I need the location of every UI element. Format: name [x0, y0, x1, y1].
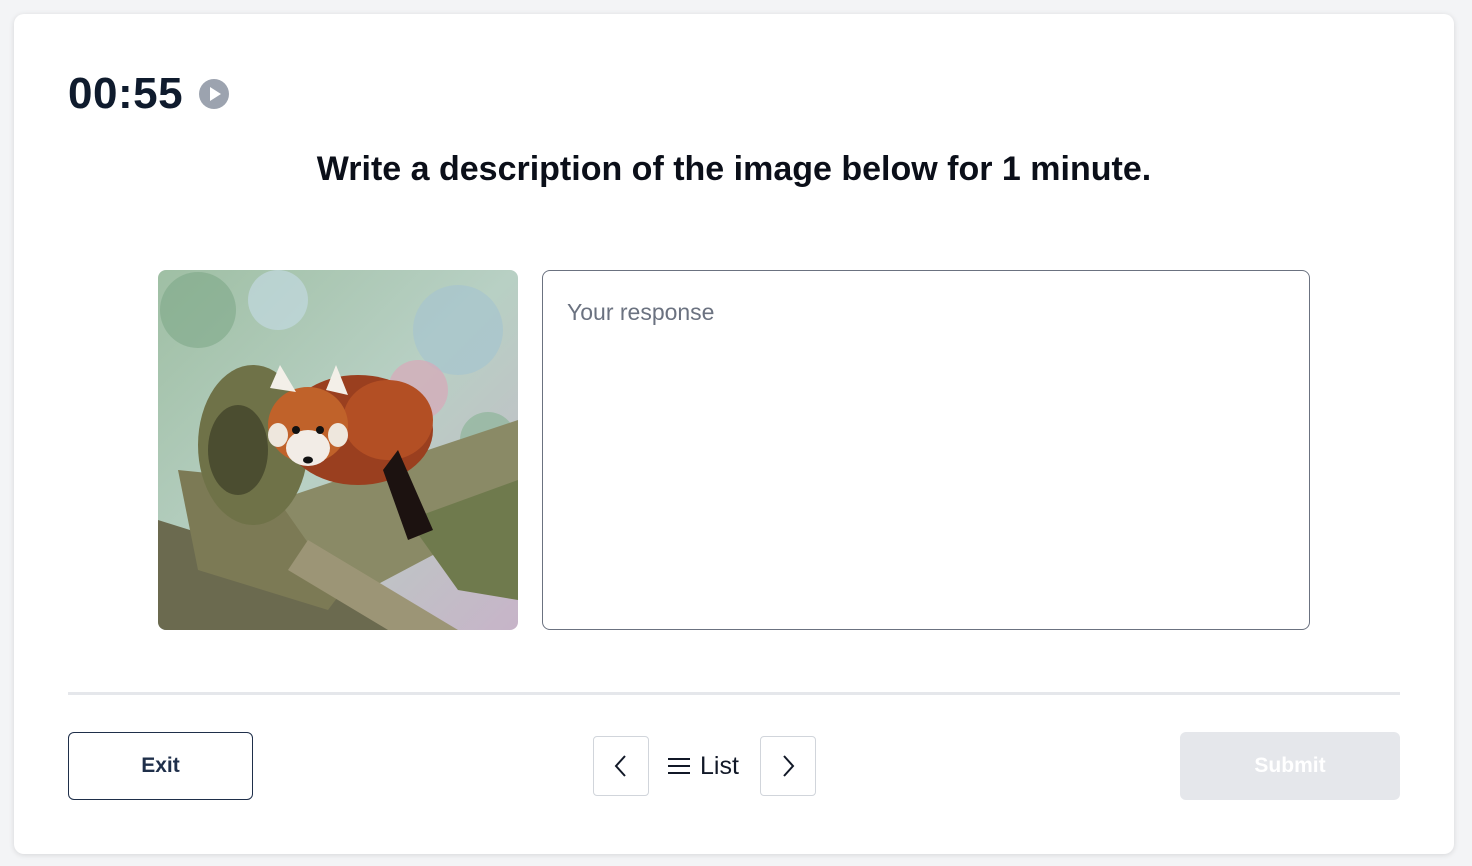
chevron-left-icon: [614, 755, 626, 777]
previous-button[interactable]: [593, 736, 649, 796]
exit-button[interactable]: Exit: [68, 732, 253, 800]
list-label: List: [700, 751, 739, 780]
timer-row: 00:55: [68, 69, 230, 118]
countdown-timer: 00:55: [68, 69, 184, 118]
question-prompt: Write a description of the image below f…: [316, 150, 1152, 188]
red-panda-image: [158, 270, 518, 630]
response-textarea[interactable]: [542, 270, 1310, 630]
next-button[interactable]: [760, 736, 816, 796]
play-icon[interactable]: [199, 79, 230, 109]
list-button[interactable]: List: [668, 736, 739, 796]
chevron-right-icon: [783, 755, 795, 777]
submit-button[interactable]: Submit: [1180, 732, 1400, 800]
hamburger-menu-icon: [668, 758, 690, 774]
footer-divider: [68, 692, 1400, 695]
question-card: 00:55 Write a description of the image b…: [14, 14, 1454, 854]
